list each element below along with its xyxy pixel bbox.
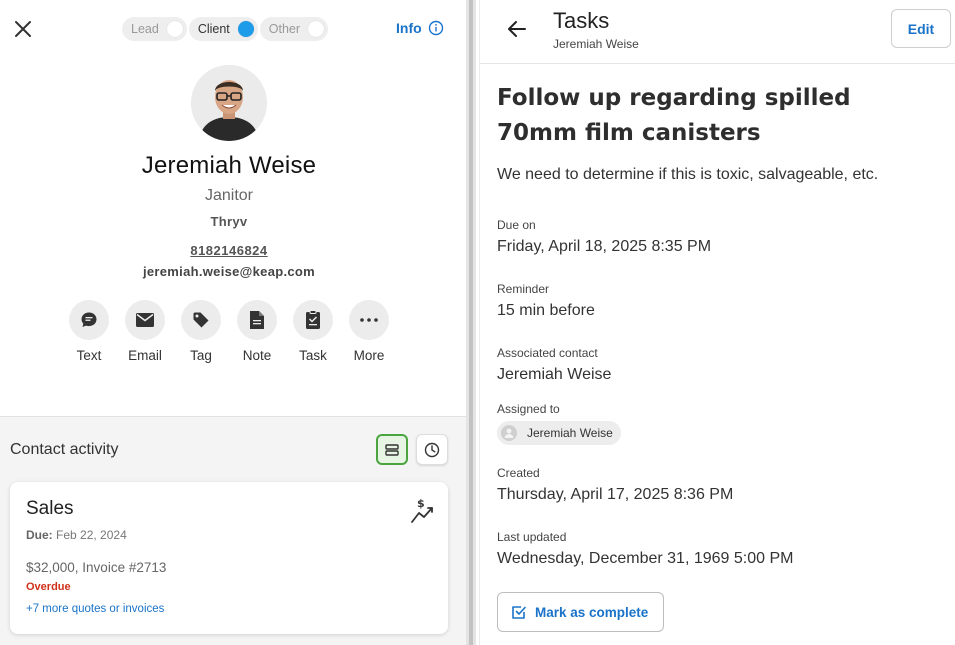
- last-updated-label: Last updated: [497, 530, 567, 544]
- task-panel-title: Tasks: [553, 8, 610, 33]
- contact-activity-title: Contact activity: [10, 441, 119, 458]
- assigned-to-label: Assigned to: [497, 402, 560, 416]
- mark-complete-button[interactable]: Mark as complete: [497, 592, 664, 632]
- checkbox-check-icon: [512, 606, 526, 619]
- text-action-label: Text: [76, 348, 102, 363]
- contact-name: Jeremiah Weise: [141, 152, 317, 179]
- sales-trend-icon: $: [411, 497, 433, 523]
- stage-client-label: Client: [197, 22, 230, 36]
- task-icon: [306, 310, 320, 329]
- edit-button[interactable]: Edit: [891, 9, 951, 48]
- sales-card-title: Sales: [26, 498, 74, 519]
- tag-action-button[interactable]: Tag: [173, 300, 229, 363]
- arrow-left-icon: [508, 21, 526, 37]
- associated-contact-label: Associated contact: [497, 346, 598, 360]
- sales-card[interactable]: Sales $ Due: Feb 22, 2024 $32,000, Invoi…: [10, 482, 448, 634]
- task-action-button[interactable]: Task: [285, 300, 341, 363]
- envelope-icon: [136, 313, 154, 327]
- contact-job-title: Janitor: [204, 187, 254, 204]
- stage-client[interactable]: Client: [188, 17, 258, 41]
- sales-card-status-badge: Overdue: [26, 581, 71, 593]
- sales-card-due: Due: Feb 22, 2024: [26, 528, 127, 542]
- contact-stage-toggle: Lead Client Other: [122, 17, 329, 41]
- tag-icon: [193, 312, 209, 328]
- sales-card-due-date: Feb 22, 2024: [56, 528, 127, 542]
- tag-action-circle: [181, 300, 221, 340]
- info-icon: [428, 20, 443, 36]
- task-description: We need to determine if this is toxic, s…: [497, 166, 879, 183]
- tag-action-label: Tag: [190, 348, 212, 363]
- text-action-button[interactable]: Text: [61, 300, 117, 363]
- contact-company: Thryv: [210, 214, 248, 229]
- created-value: Thursday, April 17, 2025 8:36 PM: [497, 486, 734, 503]
- task-title: Follow up regarding spilled 70mm film ca…: [497, 85, 851, 146]
- contact-photo-icon: [191, 65, 267, 141]
- sales-card-amount: $32,000, Invoice #2713: [26, 560, 167, 575]
- stage-other-label: Other: [268, 22, 301, 36]
- stage-client-knob: [237, 21, 254, 37]
- note-action-label: Note: [242, 348, 272, 363]
- more-quotes-link[interactable]: +7 more quotes or invoices: [26, 603, 164, 615]
- close-icon: [15, 21, 31, 37]
- stage-lead-label: Lead: [131, 22, 159, 36]
- associated-contact-value: Jeremiah Weise: [497, 366, 612, 383]
- user-icon: [504, 428, 514, 438]
- svg-text:$: $: [417, 498, 425, 510]
- sales-card-icon-wrap: $: [410, 497, 434, 529]
- info-link[interactable]: Info: [396, 20, 444, 36]
- assignee-chip: Jeremiah Weise: [497, 421, 621, 445]
- contact-actions: Text Email Tag Note Task More: [61, 300, 397, 363]
- assignee-name: Jeremiah Weise: [527, 426, 613, 440]
- mark-complete-label: Mark as complete: [535, 604, 649, 620]
- last-updated-value: Wednesday, December 31, 1969 5:00 PM: [497, 550, 794, 567]
- task-action-circle: [293, 300, 333, 340]
- due-on-value: Friday, April 18, 2025 8:35 PM: [497, 238, 712, 255]
- email-action-circle: [125, 300, 165, 340]
- reminder-value: 15 min before: [497, 302, 595, 319]
- task-action-label: Task: [299, 348, 327, 363]
- note-icon: [250, 311, 264, 329]
- email-action-button[interactable]: Email: [117, 300, 173, 363]
- list-view-icon: [385, 443, 399, 456]
- stage-lead-knob: [166, 21, 183, 37]
- back-button[interactable]: [506, 18, 528, 45]
- chat-icon: [81, 312, 97, 327]
- panel-resize-handle[interactable]: [466, 0, 476, 645]
- contact-activity-section: Contact activity Sales $ Due: Feb 22, 20…: [0, 416, 466, 645]
- more-action-label: More: [353, 348, 385, 363]
- list-view-button[interactable]: [376, 434, 408, 465]
- stage-other-knob: [308, 21, 325, 37]
- task-detail-panel: Tasks Jeremiah Weise Edit Follow up rega…: [479, 0, 955, 645]
- stage-lead[interactable]: Lead: [122, 17, 187, 41]
- history-view-button[interactable]: [416, 434, 448, 465]
- stage-other[interactable]: Other: [259, 17, 329, 41]
- reminder-label: Reminder: [497, 282, 550, 296]
- more-icon: [360, 318, 378, 322]
- note-action-circle: [237, 300, 277, 340]
- email-action-label: Email: [128, 348, 162, 363]
- panel-resize-grip: [469, 0, 473, 645]
- contact-panel: Lead Client Other Info Jeremiah Weise Ja…: [0, 0, 466, 645]
- note-action-button[interactable]: Note: [229, 300, 285, 363]
- task-panel-header: Tasks Jeremiah Weise Edit: [480, 0, 955, 64]
- due-on-label: Due on: [497, 218, 536, 232]
- clock-icon: [424, 442, 440, 457]
- contact-email-link[interactable]: jeremiah.weise@keap.com: [0, 264, 458, 279]
- close-button[interactable]: [12, 18, 34, 40]
- contact-avatar: [191, 65, 267, 141]
- text-action-circle: [69, 300, 109, 340]
- more-action-circle: [349, 300, 389, 340]
- info-link-label: Info: [396, 20, 422, 36]
- created-label: Created: [497, 466, 540, 480]
- task-panel-subtitle: Jeremiah Weise: [553, 37, 639, 51]
- contact-phone-link[interactable]: 8182146824: [0, 243, 458, 258]
- sales-card-due-label: Due:: [26, 528, 53, 542]
- assignee-avatar: [501, 425, 517, 441]
- more-action-button[interactable]: More: [341, 300, 397, 363]
